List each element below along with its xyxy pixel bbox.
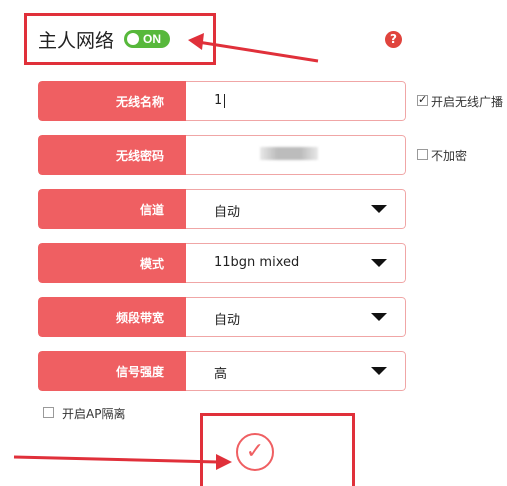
annotation-arrow-submit [13,455,219,464]
checkmark-icon: ✓ [245,439,265,464]
bandwidth-label-cell: 频段带宽 [38,297,186,337]
password-input[interactable] [186,135,406,175]
ssid-label-cell: 无线名称 [38,81,186,121]
ssid-label: 无线名称 [115,95,164,109]
ap-isolation-label: 开启AP隔离 [62,407,126,421]
toggle-label: ON [143,32,161,46]
bandwidth-row: 频段带宽 自动 [38,297,406,337]
bandwidth-label: 频段带宽 [115,311,164,325]
host-network-toggle[interactable]: ON [124,30,170,48]
mode-row: 模式 11bgn mixed [38,243,406,283]
save-button[interactable]: ✓ [236,433,274,471]
signal-select[interactable]: 高 [186,351,406,391]
channel-label: 信道 [139,203,164,217]
ap-isolation-checkbox[interactable] [43,407,54,418]
chevron-down-icon [371,259,387,267]
password-label-cell: 无线密码 [38,135,186,175]
no-encrypt-checkbox[interactable] [417,149,428,160]
mode-label-cell: 模式 [38,243,186,283]
annotation-arrow-header [197,40,319,63]
chevron-down-icon [371,205,387,213]
broadcast-checkbox[interactable] [417,93,428,106]
ssid-row: 无线名称 1 [38,81,406,121]
channel-label-cell: 信道 [38,189,186,229]
bandwidth-select[interactable]: 自动 [186,297,406,337]
help-icon[interactable]: ? [385,31,402,48]
channel-value: 自动 [214,205,241,220]
chevron-down-icon [371,367,387,375]
ssid-input[interactable]: 1 [186,81,406,121]
annotation-box-submit [200,413,355,486]
mode-select[interactable]: 11bgn mixed [186,243,406,283]
annotation-arrowhead-header [188,33,204,50]
no-encrypt-label: 不加密 [431,149,468,163]
signal-label-cell: 信号强度 [38,351,186,391]
password-label: 无线密码 [115,149,164,163]
blurred-password [260,147,318,160]
mode-label: 模式 [139,257,164,271]
toggle-knob [127,33,139,45]
chevron-down-icon [371,313,387,321]
mode-value: 11bgn mixed [214,255,300,270]
bandwidth-value: 自动 [214,313,241,328]
text-cursor [223,93,225,108]
page-title: 主人网络 [38,30,115,52]
channel-row: 信道 自动 [38,189,406,229]
broadcast-label: 开启无线广播 [431,95,504,109]
signal-label: 信号强度 [115,365,164,379]
signal-value: 高 [214,367,228,382]
channel-select[interactable]: 自动 [186,189,406,229]
signal-row: 信号强度 高 [38,351,406,391]
ssid-value: 1 [214,93,222,108]
password-row: 无线密码 [38,135,406,175]
